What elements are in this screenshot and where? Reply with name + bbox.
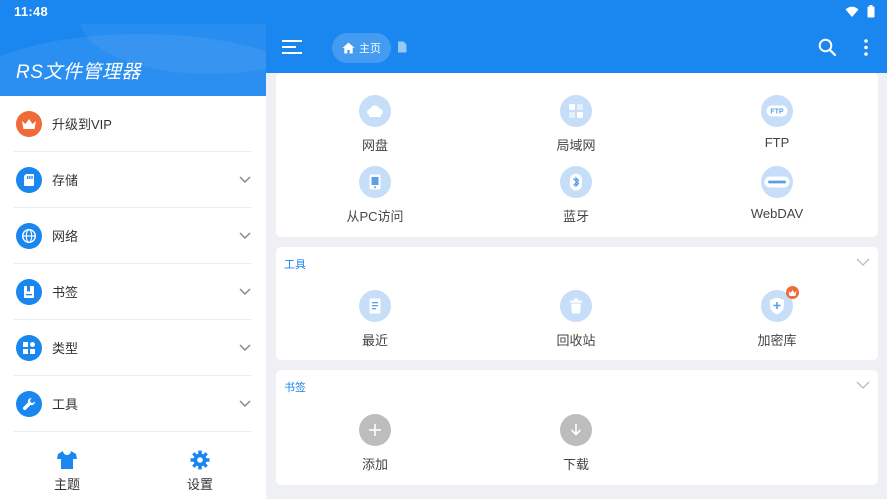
sidebar-item-label: 网络 — [52, 229, 79, 244]
drawer-footer: 主题 设置 — [0, 444, 266, 499]
tools-card-title: 工具 — [284, 259, 306, 271]
tile-label: 局域网 — [556, 138, 596, 153]
tile-label: 添加 — [361, 457, 388, 472]
breadcrumb-home-label: 主页 — [359, 43, 381, 55]
drawer-menu: 升级到VIP 存储 网络 书签 类型 工具 — [0, 96, 266, 432]
globe-icon — [16, 222, 42, 249]
add-icon — [359, 414, 391, 446]
tile-bluetooth[interactable]: 蓝牙 — [516, 166, 636, 225]
tile-label: 蓝牙 — [562, 209, 589, 224]
menu-icon[interactable] — [282, 39, 302, 55]
sidebar-item-label: 存储 — [52, 173, 79, 188]
file-icon[interactable] — [397, 41, 407, 53]
sidebar-item-network[interactable]: 网络 — [14, 208, 252, 264]
tile-label: FTP — [764, 135, 790, 150]
category-icon — [16, 334, 42, 361]
sidebar-item-label: 书签 — [52, 285, 79, 300]
tile-label: 从PC访问 — [346, 209, 404, 224]
tile-label: 下载 — [562, 457, 589, 472]
shirt-icon — [57, 451, 77, 469]
wifi-icon — [845, 6, 859, 17]
svg-text:FTP: FTP — [770, 109, 784, 116]
tile-label: WebDAV — [750, 206, 804, 221]
tile-pc-access[interactable]: 从PC访问 — [315, 166, 435, 225]
recent-icon — [359, 290, 391, 322]
tile-recycle-bin[interactable]: 回收站 — [516, 290, 636, 349]
network-card: 网盘 局域网 FTP FTP 从PC访问 蓝牙 WebDAV — [276, 73, 878, 237]
crown-icon — [786, 286, 799, 299]
wrench-icon — [16, 390, 42, 417]
download-icon — [560, 414, 592, 446]
chevron-down-icon[interactable] — [238, 340, 252, 354]
sidebar-item-label: 类型 — [52, 341, 79, 356]
chevron-down-icon[interactable] — [856, 380, 870, 390]
app-toolbar: 主页 — [266, 24, 887, 73]
theme-label: 主题 — [53, 477, 80, 492]
home-icon — [342, 42, 355, 54]
tile-cloud-drive[interactable]: 网盘 — [315, 95, 435, 154]
main-content: 网盘 局域网 FTP FTP 从PC访问 蓝牙 WebDAV 工具 最近 回收站… — [266, 73, 887, 499]
sidebar-item-label: 升级到VIP — [52, 117, 112, 132]
chevron-down-icon[interactable] — [238, 396, 252, 410]
breadcrumb-home[interactable]: 主页 — [332, 33, 391, 63]
bookmarks-card: 书签 添加 下载 — [276, 370, 878, 485]
tile-ftp[interactable]: FTP FTP — [717, 95, 837, 150]
vault-icon — [761, 286, 799, 322]
tile-add-bookmark[interactable]: 添加 — [315, 414, 435, 473]
bookmarks-card-title: 书签 — [284, 382, 306, 394]
chevron-down-icon[interactable] — [856, 257, 870, 267]
chevron-down-icon[interactable] — [238, 172, 252, 186]
settings-button[interactable]: 设置 — [160, 450, 240, 493]
tile-recent[interactable]: 最近 — [315, 290, 435, 349]
tile-downloads[interactable]: 下载 — [516, 414, 636, 473]
sidebar-item-tools[interactable]: 工具 — [14, 376, 252, 432]
sidebar-item-label: 工具 — [52, 397, 79, 412]
sd-card-icon — [16, 166, 42, 193]
lan-icon — [560, 95, 592, 127]
cloud-drive-icon — [359, 95, 391, 127]
webdav-icon — [761, 166, 793, 198]
settings-label: 设置 — [186, 477, 213, 492]
tile-webdav[interactable]: WebDAV — [717, 166, 837, 221]
tile-vault[interactable]: 加密库 — [717, 286, 837, 349]
bluetooth-icon — [560, 166, 592, 198]
crown-icon — [16, 110, 42, 137]
navigation-drawer: RS文件管理器 升级到VIP 存储 网络 书签 类型 工具 主题 设置 — [0, 24, 266, 499]
sidebar-item-types[interactable]: 类型 — [14, 320, 252, 376]
chevron-down-icon[interactable] — [238, 284, 252, 298]
sidebar-item-upgrade-vip[interactable]: 升级到VIP — [14, 96, 252, 152]
status-bar: 11:48 — [0, 0, 887, 24]
status-time: 11:48 — [14, 4, 49, 19]
app-title: RS文件管理器 — [16, 62, 141, 83]
battery-icon — [867, 5, 875, 18]
bookmark-icon — [16, 278, 42, 305]
tools-card: 工具 最近 回收站 加密库 — [276, 247, 878, 360]
chevron-down-icon[interactable] — [238, 228, 252, 242]
tile-lan[interactable]: 局域网 — [516, 95, 636, 154]
tile-label: 加密库 — [757, 333, 797, 348]
sidebar-item-bookmarks[interactable]: 书签 — [14, 264, 252, 320]
theme-button[interactable]: 主题 — [27, 450, 107, 493]
ftp-icon: FTP — [761, 95, 793, 127]
tile-label: 网盘 — [361, 138, 388, 153]
tile-label: 回收站 — [556, 333, 596, 348]
gear-icon — [190, 450, 210, 470]
search-icon[interactable] — [818, 38, 837, 57]
more-vert-icon[interactable] — [863, 38, 869, 57]
pc-access-icon — [359, 166, 391, 198]
sidebar-item-storage[interactable]: 存储 — [14, 152, 252, 208]
tile-label: 最近 — [361, 333, 388, 348]
recycle-bin-icon — [560, 290, 592, 322]
drawer-header: RS文件管理器 — [0, 24, 266, 96]
